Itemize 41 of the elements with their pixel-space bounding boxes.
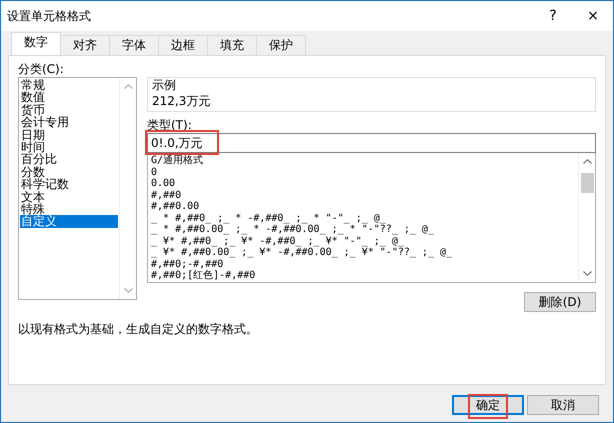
category-item[interactable]: 数值 — [20, 91, 118, 104]
close-button[interactable]: × — [573, 6, 613, 26]
format-item[interactable]: #,##0.00 — [151, 201, 575, 212]
category-item[interactable]: 常规 — [20, 79, 118, 92]
scroll-up-icon[interactable] — [582, 159, 592, 164]
scrollbar-thumb[interactable] — [580, 172, 594, 192]
format-item[interactable]: G/通用格式 — [151, 155, 575, 166]
scroll-down-icon[interactable] — [124, 288, 132, 293]
format-item[interactable]: _ * #,##0.00_ ;_ * -#,##0.00_ ;_ * "-"??_ ;_ @_ — [151, 224, 575, 236]
format-item[interactable]: _ * #,##0_ ;_ * -#,##0_ ;_ * "-"_ ;_ @_ — [151, 212, 575, 224]
format-item[interactable]: _ ¥* #,##0.00_ ;_ ¥* -#,##0.00_ ;_ ¥* "-"??_ ;_ @_ — [151, 247, 575, 258]
format-item[interactable]: #,##0;-#,##0 — [151, 258, 575, 270]
type-field[interactable]: 0!.0,万元 — [147, 133, 596, 153]
format-item[interactable]: _ ¥* #,##0_ ;_ ¥* -#,##0_ ;_ ¥* "-"_ ;_ @_ — [151, 236, 575, 247]
tab[interactable]: 保护 — [256, 35, 306, 55]
category-item[interactable]: 会计专用 — [20, 116, 118, 129]
window-title: 设置单元格格式 — [7, 8, 92, 25]
category-item[interactable]: 科学记数 — [20, 178, 118, 191]
category-item[interactable]: 货币 — [20, 104, 118, 116]
help-button[interactable]: ? — [533, 6, 573, 26]
sample-label: 示例 — [152, 78, 177, 93]
scroll-down-icon[interactable] — [582, 271, 592, 276]
format-item[interactable]: 0 — [151, 166, 575, 178]
category-item[interactable]: 百分比 — [20, 153, 118, 166]
category-item[interactable]: 日期 — [20, 128, 118, 142]
type-label: 类型(T): — [147, 118, 193, 133]
category-item[interactable]: 分数 — [20, 166, 118, 178]
delete-button[interactable]: 删除(D) — [524, 292, 596, 312]
format-item[interactable]: 0.00 — [151, 178, 575, 190]
category-item[interactable]: 时间 — [20, 141, 118, 154]
sample-value: 212,3万元 — [152, 93, 212, 109]
description-text: 以现有格式为基础，生成自定义的数字格式。 — [18, 321, 259, 338]
category-label: 分类(C): — [18, 62, 65, 77]
format-item[interactable]: #,##0 — [151, 190, 575, 201]
tab[interactable]: 数字 — [11, 32, 61, 55]
format-item[interactable]: #,##0;[红色]-#,##0 — [151, 270, 575, 282]
scroll-up-icon[interactable] — [124, 84, 132, 89]
category-item[interactable]: 文本 — [20, 190, 118, 204]
dialog-button[interactable]: 取消 — [527, 395, 599, 415]
category-item[interactable]: 自定义 — [20, 215, 118, 228]
category-item[interactable]: 特殊 — [20, 203, 118, 216]
